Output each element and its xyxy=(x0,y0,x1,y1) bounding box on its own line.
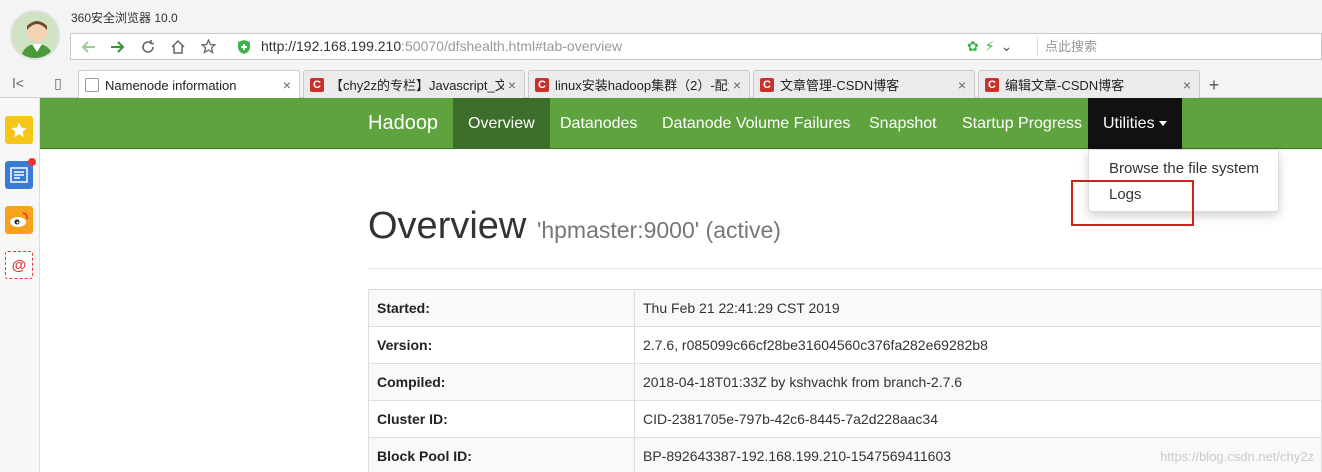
highlight-box xyxy=(1071,180,1194,226)
hadoop-navbar: Hadoop Overview Datanodes Datanode Volum… xyxy=(40,98,1322,149)
address-bar[interactable]: http://192.168.199.210:50070/dfshealth.h… xyxy=(70,33,1322,60)
csdn-icon: C xyxy=(310,77,324,92)
row-value: Thu Feb 21 22:41:29 CST 2019 xyxy=(634,289,1322,327)
collapse-sidebar-icon[interactable]: ǀ< xyxy=(6,71,30,95)
table-row: Started: Thu Feb 21 22:41:29 CST 2019 xyxy=(368,289,1322,327)
tab-label: Namenode information xyxy=(105,77,237,93)
home-icon[interactable] xyxy=(163,34,193,59)
caret-down-icon xyxy=(1158,121,1167,127)
tab-namenode-information[interactable]: Namenode information × xyxy=(78,70,300,99)
tab-article-management[interactable]: C 文章管理-CSDN博客 × xyxy=(753,70,975,98)
close-icon[interactable]: × xyxy=(954,77,970,93)
tab-bar: ǀ< ▯ Namenode information × C 【chy2z的专栏】… xyxy=(0,68,1322,99)
search-input[interactable]: 点此搜索 xyxy=(1045,34,1097,59)
page-icon xyxy=(85,78,99,92)
refresh-icon[interactable] xyxy=(133,34,163,59)
tab-label: linux安装hadoop集群（2）-配置 xyxy=(555,78,729,93)
row-value: CID-2381705e-797b-42c6-8445-7a2d228aac34 xyxy=(634,400,1322,438)
chevron-down-icon[interactable]: ⌄ xyxy=(1001,38,1013,55)
tab-chy2z-javascript[interactable]: C 【chy2z的专栏】Javascript_文章 × xyxy=(303,70,525,98)
row-key: Block Pool ID: xyxy=(368,437,635,472)
table-row: Version: 2.7.6, r085099c66cf28be31604560c… xyxy=(368,326,1322,364)
favorites-star-icon[interactable] xyxy=(5,116,33,144)
tab-list-icon[interactable]: ▯ xyxy=(46,71,70,95)
nav-utilities[interactable]: Utilities xyxy=(1088,98,1182,149)
row-key: Started: xyxy=(368,289,635,327)
tab-label: 【chy2z的专栏】Javascript_文章 xyxy=(330,78,504,93)
menu-item-browse-file-system[interactable]: Browse the file system xyxy=(1109,160,1259,177)
security-shield-icon[interactable] xyxy=(229,34,259,59)
browser-chrome: 360安全浏览器 10.0 http://192.168.199.210:500… xyxy=(0,0,1322,99)
tab-label: 编辑文章-CSDN博客 xyxy=(1005,78,1125,93)
overview-title: Overview xyxy=(368,205,527,247)
tab-edit-article[interactable]: C 编辑文章-CSDN博客 × xyxy=(978,70,1200,98)
table-row: Cluster ID: CID-2381705e-797b-42c6-8445-7… xyxy=(368,400,1322,438)
weibo-icon[interactable] xyxy=(5,206,33,234)
row-value: 2018-04-18T01:33Z by kshvachk from branc… xyxy=(634,363,1322,401)
nav-utilities-label: Utilities xyxy=(1103,115,1155,132)
close-icon[interactable]: × xyxy=(1179,77,1195,93)
csdn-icon: C xyxy=(535,77,549,92)
speed-mode-icon[interactable]: ⚡ xyxy=(985,38,995,55)
url-text[interactable]: http://192.168.199.210:50070/dfshealth.h… xyxy=(261,34,622,59)
nav-datanode-volume-failures[interactable]: Datanode Volume Failures xyxy=(647,98,866,149)
divider xyxy=(1037,37,1038,56)
back-icon[interactable] xyxy=(73,34,103,59)
url-host: http://192.168.199.210 xyxy=(261,38,402,54)
bookmark-star-icon[interactable] xyxy=(193,34,223,59)
divider xyxy=(368,268,1322,269)
news-list-icon[interactable] xyxy=(5,158,36,189)
close-icon[interactable]: × xyxy=(729,77,745,93)
row-key: Cluster ID: xyxy=(368,400,635,438)
row-key: Version: xyxy=(368,326,635,364)
csdn-icon: C xyxy=(760,77,774,92)
user-avatar-icon[interactable] xyxy=(10,10,60,60)
new-tab-button[interactable]: + xyxy=(1203,74,1225,96)
csdn-icon: C xyxy=(985,77,999,92)
nav-snapshot[interactable]: Snapshot xyxy=(854,98,952,149)
nav-overview[interactable]: Overview xyxy=(453,98,550,149)
notification-dot xyxy=(28,158,36,166)
nav-datanodes[interactable]: Datanodes xyxy=(545,98,652,149)
close-icon[interactable]: × xyxy=(279,77,295,93)
tab-linux-hadoop[interactable]: C linux安装hadoop集群（2）-配置 × xyxy=(528,70,750,98)
url-path: :50070/dfshealth.html#tab-overview xyxy=(401,38,623,54)
namenode-info-table: Started: Thu Feb 21 22:41:29 CST 2019 Ver… xyxy=(368,289,1322,472)
browser-sidebar: @ xyxy=(0,98,40,472)
page-title: Overview 'hpmaster:9000' (active) xyxy=(368,205,781,248)
table-row: Compiled: 2018-04-18T01:33Z by kshvachk f… xyxy=(368,363,1322,401)
namenode-status: 'hpmaster:9000' (active) xyxy=(536,217,781,243)
close-icon[interactable]: × xyxy=(504,77,520,93)
watermark: https://blog.csdn.net/chy2z xyxy=(1160,449,1314,464)
nav-startup-progress[interactable]: Startup Progress xyxy=(947,98,1097,149)
forward-icon[interactable] xyxy=(103,34,133,59)
url-tools: ✿ ⚡ ⌄ xyxy=(967,34,1012,59)
row-value: 2.7.6, r085099c66cf28be31604560c376fa282… xyxy=(634,326,1322,364)
tab-label: 文章管理-CSDN博客 xyxy=(780,78,900,93)
row-key: Compiled: xyxy=(368,363,635,401)
mail-at-icon[interactable]: @ xyxy=(5,251,33,279)
hadoop-brand[interactable]: Hadoop xyxy=(368,98,438,149)
browser-title: 360安全浏览器 10.0 xyxy=(71,11,178,25)
compat-mode-icon[interactable]: ✿ xyxy=(967,38,979,55)
